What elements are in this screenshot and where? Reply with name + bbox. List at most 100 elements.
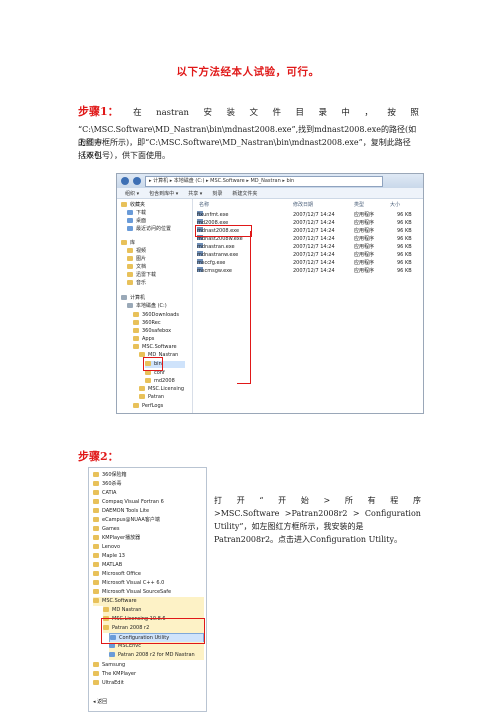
menu-item[interactable]: Samsung	[93, 661, 204, 670]
menu-item[interactable]: 360保险箱	[93, 471, 204, 480]
nav-downloads[interactable]: 下载	[127, 210, 146, 217]
folder-icon	[93, 544, 99, 549]
step1-word: 照	[410, 108, 419, 118]
column-date[interactable]: 修改日期	[293, 201, 313, 208]
menu-item[interactable]: KMPlayer播放器	[93, 534, 204, 543]
menu-item[interactable]: Games	[93, 525, 204, 534]
menu-item[interactable]: Microsoft Visual SourceSafe	[93, 588, 204, 597]
picture-icon	[127, 256, 133, 261]
video-icon	[127, 248, 133, 253]
menu-item-md-nastran[interactable]: MD Nastran	[103, 606, 204, 615]
nav-desktop[interactable]: 桌面	[127, 218, 146, 225]
menu-item[interactable]: UltraEdit	[93, 679, 204, 688]
folder-icon	[127, 272, 133, 277]
menu-item-patran-for-md-nastran[interactable]: Patran 2008 r2 for MD Nastran	[109, 651, 204, 660]
toolbar-organize[interactable]: 组织 ▾	[125, 190, 139, 197]
menu-item-msc-software[interactable]: MSC.Software	[93, 597, 204, 606]
menu-item[interactable]: Maple 13	[93, 552, 204, 561]
bin-highlight-box	[143, 357, 163, 371]
menu-item[interactable]: eCampus@NUAA客户端	[93, 516, 204, 525]
nav-documents[interactable]: 文档	[127, 264, 146, 271]
toolbar-new-folder[interactable]: 新建文件夹	[232, 190, 257, 197]
forward-arrow-icon[interactable]	[133, 177, 141, 185]
step1-word: 装	[226, 108, 236, 118]
nav-favorites[interactable]: 收藏夹	[121, 202, 145, 209]
folder-icon	[93, 553, 99, 558]
nav-folder-360safebox[interactable]: 360safebox	[133, 328, 171, 335]
star-icon	[121, 202, 127, 207]
menu-item[interactable]: 360杀毒	[93, 480, 204, 489]
nav-folder-apps[interactable]: Apps	[133, 336, 154, 343]
mdnast2008-highlight-box	[195, 225, 252, 237]
menu-item[interactable]: Microsoft Visual C++ 6.0	[93, 579, 204, 588]
file-row[interactable]: mdnastran.exe 2007/12/7 14:24 应用程序 96 KB	[193, 243, 423, 251]
toolbar-share[interactable]: 共享 ▾	[188, 190, 202, 197]
folder-icon	[93, 589, 99, 594]
nav-folder-msc-licensing[interactable]: MSC.Licensing	[139, 386, 184, 393]
app-icon	[109, 652, 115, 657]
nav-folder-conf[interactable]: conf	[145, 370, 165, 377]
folder-icon	[93, 562, 99, 567]
folder-icon	[93, 481, 99, 486]
column-headers: 名称 修改日期 类型 大小	[193, 201, 423, 209]
folder-icon	[133, 312, 139, 317]
connector-line	[237, 383, 251, 385]
folder-icon	[103, 607, 109, 612]
toolbar-burn[interactable]: 刻录	[212, 190, 222, 197]
file-row[interactable]: msccfg.exe 2007/12/7 14:24 应用程序 96 KB	[193, 259, 423, 267]
menu-item[interactable]: The KMPlayer	[93, 670, 204, 679]
folder-icon	[93, 508, 99, 513]
back-arrow-icon[interactable]	[121, 177, 129, 185]
step1-line4: 括双引号），供下面使用。	[78, 151, 170, 160]
desktop-icon	[127, 218, 133, 223]
menu-item[interactable]: DAEMON Tools Lite	[93, 507, 204, 516]
step2-line4: Patran2008r2。点击进入Configuration Utility。	[214, 535, 402, 544]
start-menu-screenshot: 360保险箱 360杀毒 CATIA Compaq Visual Fortran…	[88, 467, 207, 712]
file-row[interactable]: mscmsgw.exe 2007/12/7 14:24 应用程序 96 KB	[193, 267, 423, 275]
folder-icon	[133, 336, 139, 341]
folder-icon	[93, 517, 99, 522]
connector-line	[250, 231, 252, 383]
explorer-screenshot: ▸ 计算机 ▸ 本地磁盘 (C:) ▸ MSC.Software ▸ MD_Na…	[116, 173, 424, 414]
folder-icon	[93, 680, 99, 685]
nav-folder-360rec[interactable]: 360Rec	[133, 320, 161, 327]
column-type[interactable]: 类型	[354, 201, 364, 208]
nav-videos[interactable]: 视频	[127, 248, 146, 255]
address-path[interactable]: ▸ 计算机 ▸ 本地磁盘 (C:) ▸ MSC.Software ▸ MD_Na…	[145, 175, 383, 187]
column-name[interactable]: 名称	[199, 201, 209, 208]
nav-local-disk-c[interactable]: 本地磁盘 (C:)	[127, 303, 167, 310]
folder-icon	[93, 490, 99, 495]
nav-libraries[interactable]: 库	[121, 240, 135, 247]
folder-icon	[133, 328, 139, 333]
step1-heading-row: 步骤1： 在 nastran 安 装 文 件 目 录 中 ， 按 照	[78, 103, 419, 118]
nav-folder-msc-software[interactable]: MSC.Software	[133, 344, 177, 351]
step1-word: 件	[272, 108, 281, 118]
nav-music[interactable]: 音乐	[127, 280, 146, 287]
step1-word: 在	[133, 108, 142, 118]
folder-icon	[93, 472, 99, 477]
file-row[interactable]: mdnastranw.exe 2007/12/7 14:24 应用程序 96 KB	[193, 251, 423, 259]
folder-icon	[145, 378, 151, 383]
column-size[interactable]: 大小	[390, 201, 400, 208]
nav-folder-md2008[interactable]: md2008	[145, 378, 175, 385]
nav-folder-360downloads[interactable]: 360Downloads	[133, 312, 179, 319]
nav-recent[interactable]: 最近访问的位置	[127, 226, 171, 233]
step1-word: 文	[249, 108, 258, 118]
file-row[interactable]: fixunfmt.exe 2007/12/7 14:24 应用程序 96 KB	[193, 211, 423, 219]
nav-folder-perflogs[interactable]: PerfLogs	[133, 403, 163, 410]
menu-item[interactable]: CATIA	[93, 489, 204, 498]
nav-pictures[interactable]: 图片	[127, 256, 146, 263]
explorer-toolbar: 组织 ▾ 包含到库中 ▾ 共享 ▾ 刻录 新建文件夹	[117, 188, 423, 199]
toolbar-include-library[interactable]: 包含到库中 ▾	[149, 190, 178, 197]
nav-folder-patran[interactable]: Patran	[139, 394, 164, 401]
nav-computer[interactable]: 计算机	[121, 295, 145, 302]
step1-word: ，	[364, 108, 373, 118]
menu-item[interactable]: Compaq Visual Fortran 6	[93, 498, 204, 507]
menu-item[interactable]: Lenovo	[93, 543, 204, 552]
menu-item[interactable]: MATLAB	[93, 561, 204, 570]
navigation-pane: 收藏夹 下载 桌面 最近访问的位置 库 视频 图片 文档 迅雷下载 音乐 计算机…	[117, 199, 193, 413]
nav-thunder-downloads[interactable]: 迅雷下载	[127, 272, 156, 279]
folder-icon	[133, 344, 139, 349]
menu-item[interactable]: Microsoft Office	[93, 570, 204, 579]
folder-icon	[93, 571, 99, 576]
